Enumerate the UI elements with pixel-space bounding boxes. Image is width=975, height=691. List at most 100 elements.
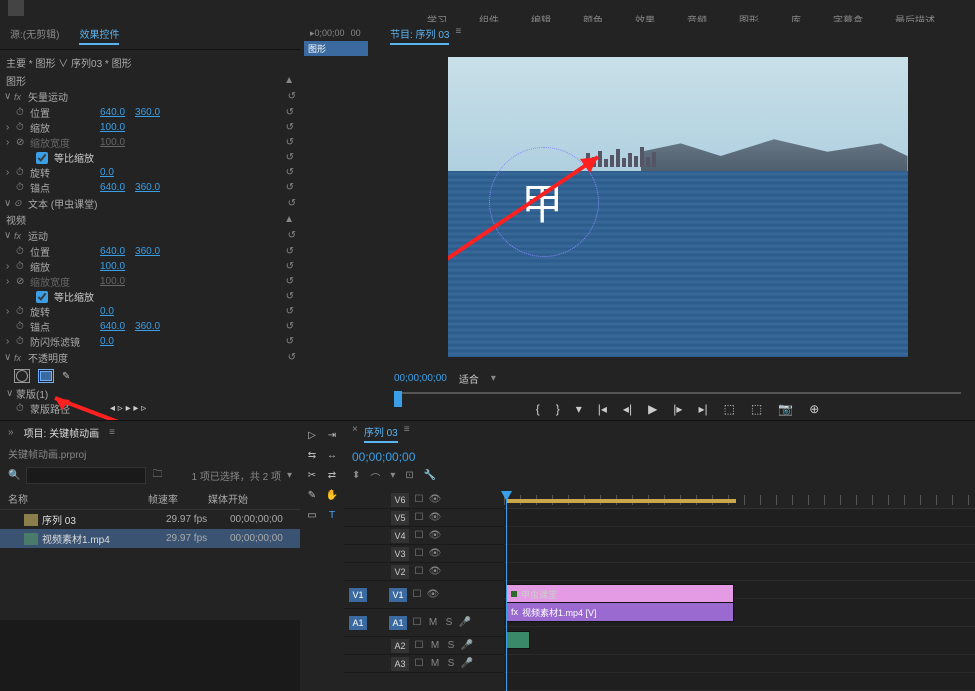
- mute-toggle[interactable]: M: [426, 617, 440, 628]
- prop-text[interactable]: 文本 (甲虫课堂): [28, 196, 97, 211]
- export-frame-button[interactable]: 📷: [778, 402, 793, 416]
- track-v1[interactable]: V1: [388, 587, 408, 603]
- tab-menu-icon[interactable]: ≡: [109, 427, 115, 438]
- track-output-toggle[interactable]: ☐: [412, 494, 426, 505]
- reset-icon[interactable]: ↺: [288, 198, 296, 209]
- ws-more[interactable]: 最后描述: [895, 12, 935, 22]
- eye-icon[interactable]: 👁: [426, 589, 440, 600]
- col-name[interactable]: 名称: [8, 491, 148, 506]
- insert-toggle[interactable]: ⊡: [405, 470, 413, 485]
- collapse-icon[interactable]: ›: [6, 122, 16, 133]
- add-marker-button[interactable]: ▾: [576, 402, 582, 416]
- chevron-down-icon[interactable]: ▾: [287, 470, 292, 481]
- ws-audio[interactable]: 音频: [687, 12, 707, 22]
- col-start[interactable]: 媒体开始: [208, 491, 248, 506]
- reset-icon[interactable]: ↺: [286, 276, 294, 287]
- track-v4[interactable]: V4: [390, 528, 410, 544]
- eye-icon[interactable]: 👁: [428, 566, 442, 577]
- clip-video[interactable]: fx视频素材1.mp4 [V]: [506, 602, 734, 622]
- val-anchor-x2[interactable]: 640.0: [100, 321, 125, 332]
- step-back-button[interactable]: ◂|: [623, 402, 632, 416]
- settings-button[interactable]: ⊕: [809, 402, 819, 416]
- stopwatch-icon[interactable]: ⏱: [16, 403, 30, 414]
- val-anchor-x[interactable]: 640.0: [100, 182, 125, 193]
- go-out-button[interactable]: ▸|: [698, 402, 707, 416]
- lift-button[interactable]: ⬚: [724, 402, 735, 416]
- ws-learn[interactable]: 学习: [427, 12, 447, 22]
- collapse-icon[interactable]: ∨: [4, 91, 14, 102]
- stopwatch-icon[interactable]: ⏱: [16, 246, 30, 257]
- reset-icon[interactable]: ↺: [288, 230, 296, 241]
- track-output-toggle[interactable]: ☐: [412, 640, 426, 651]
- collapse-icon[interactable]: ∨: [4, 198, 14, 209]
- tab-project[interactable]: 项目: 关键帧动画: [24, 425, 100, 440]
- type-tool[interactable]: T: [324, 507, 340, 523]
- mask-ellipse-icon[interactable]: [14, 369, 30, 383]
- track-v5[interactable]: V5: [390, 510, 410, 526]
- track-output-toggle[interactable]: ☐: [412, 530, 426, 541]
- clip-audio[interactable]: [506, 631, 530, 649]
- prop-mask[interactable]: 蒙版(1): [16, 386, 76, 401]
- tab-sequence[interactable]: 序列 03: [364, 424, 398, 443]
- ws-edit[interactable]: 编辑: [531, 12, 551, 22]
- track-a3[interactable]: A3: [390, 656, 410, 672]
- col-fps[interactable]: 帧速率: [148, 491, 208, 506]
- program-scrubber[interactable]: [394, 392, 961, 394]
- val-rotation[interactable]: 0.0: [100, 167, 114, 178]
- tab-source[interactable]: 源:(无剪辑): [10, 26, 59, 45]
- project-item-sequence[interactable]: 序列 03 29.97 fps 00;00;00;00: [0, 510, 300, 529]
- voice-icon[interactable]: 🎤: [458, 617, 472, 628]
- val-anchor-y[interactable]: 360.0: [135, 182, 160, 193]
- track-v3[interactable]: V3: [390, 546, 410, 562]
- solo-toggle[interactable]: S: [442, 617, 456, 628]
- collapse-icon[interactable]: ›: [6, 137, 16, 148]
- step-fwd-button[interactable]: |▸: [673, 402, 682, 416]
- ws-effects[interactable]: 效果: [635, 12, 655, 22]
- stopwatch-icon[interactable]: ⏱: [16, 306, 30, 317]
- checkbox-uniform-scale[interactable]: [36, 152, 48, 164]
- track-a1[interactable]: A1: [388, 615, 408, 631]
- program-timecode[interactable]: 00;00;00;00: [394, 373, 447, 384]
- project-item-video[interactable]: 视频素材1.mp4 29.97 fps 00;00;00;00: [0, 529, 300, 548]
- val-antiflicker[interactable]: 0.0: [100, 336, 114, 347]
- reset-icon[interactable]: ↺: [286, 167, 294, 178]
- text-overlay[interactable]: 甲: [521, 171, 563, 232]
- checkbox-uniform-scale-2[interactable]: [36, 291, 48, 303]
- ws-graphics[interactable]: 图形: [739, 12, 759, 22]
- mask-rect-icon[interactable]: [38, 369, 54, 383]
- collapse-icon[interactable]: ›: [6, 336, 16, 347]
- program-zoom-fit[interactable]: 适合: [459, 371, 479, 386]
- hand-tool[interactable]: ✋: [324, 487, 340, 503]
- snap-toggle[interactable]: ⬍: [352, 470, 360, 485]
- reset-icon[interactable]: ▲: [284, 75, 294, 86]
- tab-program[interactable]: 节目: 序列 03: [390, 26, 449, 45]
- val-pos-x2[interactable]: 640.0: [100, 246, 125, 257]
- program-monitor[interactable]: 甲: [448, 57, 908, 357]
- track-output-toggle[interactable]: ☐: [412, 566, 426, 577]
- source-a1[interactable]: A1: [348, 615, 368, 631]
- bin-icon[interactable]: 🗀: [152, 467, 162, 484]
- strip-clip[interactable]: 图形: [304, 41, 368, 56]
- reset-icon[interactable]: ↺: [286, 321, 294, 332]
- ripple-tool[interactable]: ⇆: [304, 447, 320, 463]
- val-pos-y2[interactable]: 360.0: [135, 246, 160, 257]
- reset-icon[interactable]: ↺: [286, 246, 294, 257]
- stopwatch-icon[interactable]: ⏱: [16, 321, 30, 332]
- eye-icon[interactable]: 👁: [428, 494, 442, 505]
- val-scale[interactable]: 100.0: [100, 122, 125, 133]
- collapse-icon[interactable]: ∨: [4, 230, 14, 241]
- chevron-down-icon[interactable]: ▾: [491, 373, 496, 384]
- slip-tool[interactable]: ⇄: [324, 467, 340, 483]
- val-scale2[interactable]: 100.0: [100, 261, 125, 272]
- go-in-button[interactable]: |◂: [598, 402, 607, 416]
- prop-motion[interactable]: 运动: [28, 228, 88, 243]
- track-v2[interactable]: V2: [390, 564, 410, 580]
- voice-icon[interactable]: 🎤: [460, 640, 474, 651]
- reset-icon[interactable]: ▲: [284, 214, 294, 225]
- reset-icon[interactable]: ↺: [286, 137, 294, 148]
- reset-icon[interactable]: ↺: [286, 306, 294, 317]
- stopwatch-icon[interactable]: ⏱: [16, 167, 30, 178]
- tab-menu-icon[interactable]: ≡: [455, 26, 461, 45]
- reset-icon[interactable]: ↺: [286, 261, 294, 272]
- prop-opacity[interactable]: 不透明度: [28, 350, 88, 365]
